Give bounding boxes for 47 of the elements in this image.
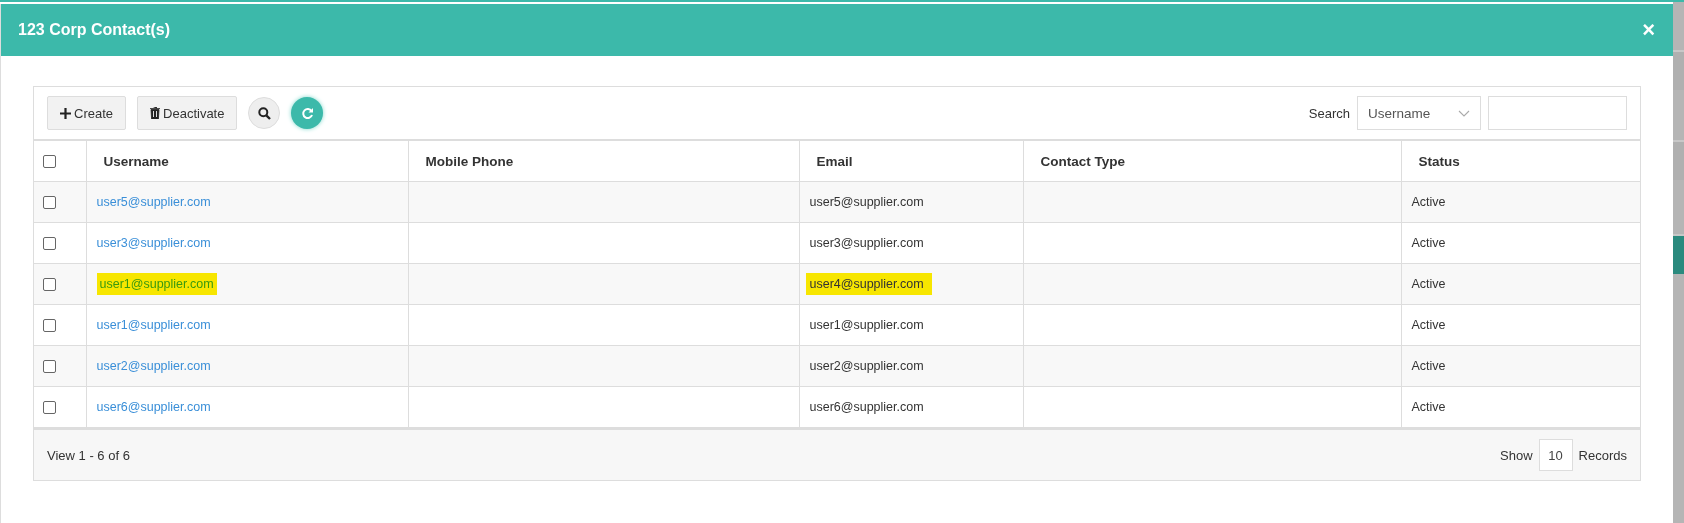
row-checkbox[interactable] bbox=[43, 319, 56, 333]
view-info: View 1 - 6 of 6 bbox=[47, 447, 130, 463]
row-checkbox[interactable] bbox=[43, 196, 56, 210]
chevron-down-icon bbox=[1458, 109, 1470, 117]
row-checkbox[interactable] bbox=[43, 278, 56, 292]
create-button[interactable]: Create bbox=[47, 96, 127, 130]
email-text: user6@supplier.com bbox=[809, 400, 924, 414]
search-input[interactable] bbox=[1488, 96, 1627, 130]
row-checkbox[interactable] bbox=[43, 401, 56, 415]
email-text: user3@supplier.com bbox=[809, 236, 924, 250]
username-link[interactable]: user1@supplier.com bbox=[96, 273, 217, 295]
column-header: Status bbox=[1401, 141, 1640, 182]
status-text: Active bbox=[1411, 236, 1446, 250]
search-field-dropdown[interactable]: Username bbox=[1357, 96, 1481, 130]
plus-icon bbox=[60, 107, 71, 119]
status-text: Active bbox=[1411, 318, 1446, 332]
status-text: Active bbox=[1411, 277, 1446, 291]
records-label: Records bbox=[1578, 447, 1627, 463]
username-link[interactable]: user1@supplier.com bbox=[96, 318, 211, 332]
select-all-checkbox[interactable] bbox=[43, 155, 56, 169]
page-size-field[interactable]: 10 bbox=[1538, 439, 1573, 471]
email-text: user5@supplier.com bbox=[809, 195, 924, 209]
status-text: Active bbox=[1411, 195, 1446, 209]
row-checkbox[interactable] bbox=[43, 237, 56, 251]
column-header: Contact Type bbox=[1023, 141, 1401, 182]
username-link[interactable]: user5@supplier.com bbox=[96, 195, 211, 209]
column-header: Username bbox=[86, 141, 408, 182]
row-checkbox[interactable] bbox=[43, 360, 56, 374]
close-button[interactable]: × bbox=[1642, 19, 1655, 41]
search-icon bbox=[257, 106, 271, 120]
status-text: Active bbox=[1411, 400, 1446, 414]
modal-title: 123 Corp Contact(s) bbox=[18, 21, 171, 39]
username-link[interactable]: user6@supplier.com bbox=[96, 400, 211, 414]
email-text: user1@supplier.com bbox=[809, 318, 924, 332]
column-header: Mobile Phone bbox=[408, 141, 799, 182]
status-text: Active bbox=[1411, 359, 1446, 373]
show-label: Show bbox=[1500, 447, 1533, 463]
deactivate-button[interactable]: Deactivate bbox=[137, 96, 238, 130]
email-text: user4@supplier.com bbox=[805, 273, 932, 295]
search-button[interactable] bbox=[248, 97, 281, 129]
username-link[interactable]: user2@supplier.com bbox=[96, 359, 211, 373]
search-label: Search bbox=[1308, 105, 1350, 121]
username-link[interactable]: user3@supplier.com bbox=[96, 236, 211, 250]
email-text: user2@supplier.com bbox=[809, 359, 924, 373]
trash-icon bbox=[150, 107, 161, 119]
column-header: Email bbox=[799, 141, 1023, 182]
refresh-icon bbox=[300, 106, 314, 120]
